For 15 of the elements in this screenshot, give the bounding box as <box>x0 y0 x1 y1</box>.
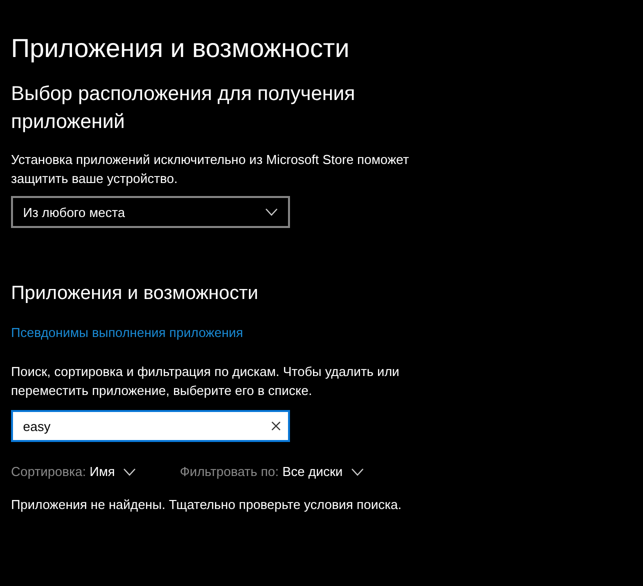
section-heading: Выбор расположения для получения приложений <box>11 82 356 135</box>
page-title: Приложения и возможности <box>11 32 350 65</box>
description-text: Поиск, сортировка и фильтрация по дискам. Чтобы удалить или переместить приложение, выберите его в списке. <box>11 363 400 400</box>
search-field[interactable]: easy <box>11 410 290 442</box>
section-heading: Приложения и возможности <box>11 282 258 306</box>
close-icon[interactable] <box>271 421 281 431</box>
filter-dropdown[interactable]: Фильтровать по: Все диски <box>180 464 364 479</box>
source-dropdown[interactable]: Из любого места <box>11 196 290 228</box>
chevron-icon <box>350 468 364 476</box>
aliases-link[interactable]: Псевдонимы выполнения приложения <box>11 325 244 340</box>
chevron-icon <box>122 468 136 476</box>
chevron-icon <box>265 208 278 216</box>
status-message: Приложения не найдены. Тщательно проверьте условия поиска. <box>11 496 403 514</box>
filter-dropdown[interactable]: Сортировка: Имя <box>11 464 136 479</box>
description-text: Установка приложений исключительно из Microsoft Store поможет защитить ваше устройство. <box>11 151 410 188</box>
